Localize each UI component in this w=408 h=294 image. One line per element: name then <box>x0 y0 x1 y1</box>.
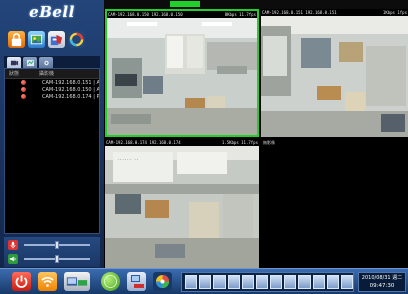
sidebar-tabs <box>4 56 100 68</box>
layout-option-button[interactable] <box>185 275 198 289</box>
nvr-app-window: eBell 狀態 攝影機 CAM-192.168.0.151 | A CAM-1… <box>0 0 408 294</box>
tab-cameras[interactable] <box>7 57 21 68</box>
layout-option-button[interactable] <box>270 275 283 289</box>
office-scene-image <box>107 18 257 135</box>
layout-option-button[interactable] <box>326 275 339 289</box>
svg-text:...... ..: ...... .. <box>117 156 139 161</box>
color-ring-icon[interactable] <box>68 31 85 48</box>
layout-option-button[interactable] <box>255 275 269 289</box>
video-tile-2[interactable]: CAM-192.168.0.151 192.168.0.151 1Kbps 1f… <box>261 9 408 137</box>
status-dot-icon <box>21 80 26 85</box>
top-toolbar <box>8 31 100 51</box>
network-icon <box>131 275 144 288</box>
layout-option-button[interactable] <box>241 275 254 289</box>
no-video-label: 無影像 <box>263 140 275 145</box>
tab-settings[interactable] <box>39 57 53 68</box>
tile-osd: CAM-192.168.0.150 192.168.0.150 8Kbps 11… <box>108 11 256 18</box>
mic-volume-slider[interactable] <box>24 241 90 249</box>
wifi-button[interactable] <box>38 272 57 291</box>
video-tile-4[interactable]: 無影像 <box>261 139 408 268</box>
tile-camera-label: CAM-192.168.0.150 192.168.0.150 <box>108 12 183 17</box>
camera-name: CAM-192.168.0.174 | P <box>42 93 99 100</box>
lock-icon[interactable] <box>8 31 25 48</box>
logo-text: eBell <box>29 3 75 21</box>
camera-list: 狀態 攝影機 CAM-192.168.0.151 | A CAM-192.168… <box>4 68 100 234</box>
map-tab-icon <box>26 59 34 66</box>
network-button[interactable] <box>127 272 146 291</box>
layout-option-button[interactable] <box>199 275 212 289</box>
globe-button[interactable] <box>101 272 120 291</box>
color-wheel-button[interactable] <box>153 272 172 291</box>
tile-osd: CAM-192.168.0.151 192.168.0.151 1Kbps 1f… <box>262 9 407 16</box>
layout-option-button[interactable] <box>340 275 354 289</box>
color-wheel-icon <box>156 275 169 288</box>
layout-option-button[interactable] <box>312 275 325 289</box>
clock-display: 2010/08/31 週二 09:47:30 <box>358 272 406 292</box>
audio-panel <box>4 237 100 267</box>
column-header-name: 攝影機 <box>39 71 55 77</box>
office-scene-image <box>261 16 408 137</box>
tile-stream-info: 1Kbps 1fps <box>382 10 407 15</box>
settings-tab-icon <box>43 60 49 65</box>
layout-option-button[interactable] <box>298 275 311 289</box>
camera-tab-icon <box>10 60 18 65</box>
video-tile-1[interactable]: CAM-192.168.0.150 192.168.0.150 8Kbps 11… <box>105 9 259 137</box>
clock-time: 09:47:30 <box>369 283 395 289</box>
speaker-icon[interactable] <box>8 254 18 264</box>
video-tile-3[interactable]: CAM-192.168.0.174 192.168.0.174 1.5Kbps … <box>105 139 259 268</box>
layout-option-button[interactable] <box>227 275 240 289</box>
layout-selector <box>181 272 354 292</box>
clock-date: 2010/08/31 週二 <box>361 275 403 281</box>
bottom-toolbar: 2010/08/31 週二 09:47:30 <box>0 268 408 294</box>
speaker-volume-slider[interactable] <box>24 255 90 263</box>
logo: eBell <box>2 3 102 25</box>
camera-name: CAM-192.168.0.151 | A <box>42 79 99 86</box>
power-icon <box>15 275 28 288</box>
top-status-bar <box>104 0 408 9</box>
layout-option-button[interactable] <box>213 275 226 289</box>
active-channel-indicator <box>170 1 200 7</box>
tile-osd: CAM-192.168.0.174 192.168.0.174 1.5Kbps … <box>106 139 258 146</box>
speaker-volume-row <box>8 254 96 264</box>
gallery-icon[interactable] <box>28 31 45 48</box>
camera-list-item[interactable]: CAM-192.168.0.174 | P <box>5 93 99 100</box>
tile-stream-info: 8Kbps 11.7fps <box>224 12 256 17</box>
bag-icon[interactable] <box>48 31 65 48</box>
tab-map[interactable] <box>23 57 37 68</box>
speaker-volume-handle[interactable] <box>55 255 59 263</box>
column-header-status: 狀態 <box>9 71 20 77</box>
tile-camera-label: CAM-192.168.0.174 192.168.0.174 <box>106 140 181 145</box>
power-button[interactable] <box>12 272 31 291</box>
wifi-icon <box>41 277 54 287</box>
sidebar: eBell 狀態 攝影機 CAM-192.168.0.151 | A CAM-1… <box>0 0 104 268</box>
record-button[interactable] <box>64 272 90 291</box>
mic-volume-row <box>8 240 96 250</box>
tile-stream-info: 1.5Kbps 11.7fps <box>221 140 258 145</box>
camera-name: CAM-192.168.0.150 | A <box>42 86 99 93</box>
layout-option-button[interactable] <box>284 275 297 289</box>
record-icon <box>66 277 88 286</box>
status-dot-icon <box>21 94 26 99</box>
globe-icon <box>104 275 117 288</box>
tile-camera-label: CAM-192.168.0.151 192.168.0.151 <box>262 10 337 15</box>
camera-list-item[interactable]: CAM-192.168.0.150 | A <box>5 86 99 93</box>
camera-list-item[interactable]: CAM-192.168.0.151 | A <box>5 79 99 86</box>
camera-list-header: 狀態 攝影機 <box>5 69 99 79</box>
status-dot-icon <box>21 87 26 92</box>
mic-volume-handle[interactable] <box>55 241 59 249</box>
microphone-icon[interactable] <box>8 240 18 250</box>
office-scene-image: ...... .. <box>105 146 259 268</box>
